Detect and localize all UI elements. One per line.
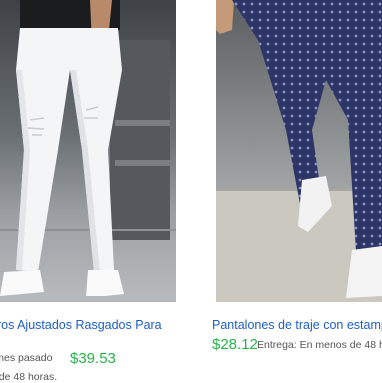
product-title[interactable]: eros Ajustados Rasgados Para (0, 318, 162, 332)
product-price: $28.12 (212, 336, 258, 353)
product-image-white-jeans[interactable] (0, 0, 176, 302)
delivery-text: o de 48 horas. (0, 371, 58, 383)
product-title[interactable]: Pantalones de traje con estamp (212, 318, 382, 332)
sales-note: l mes pasado (0, 352, 53, 364)
delivery-text: Entrega: En menos de 48 ho (257, 339, 382, 351)
product-image-printed-pants[interactable] (216, 0, 382, 302)
product-price: $39.53 (70, 350, 116, 367)
